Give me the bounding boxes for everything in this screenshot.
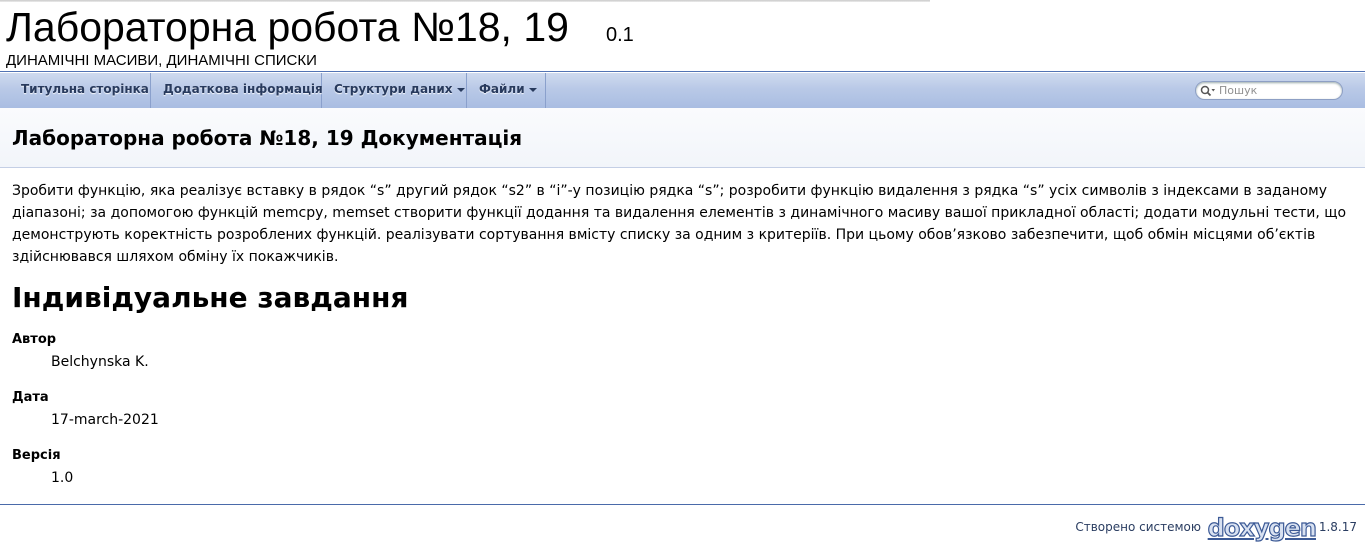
date-value: 17-march-2021 — [51, 412, 159, 428]
footer-generated-text: Створено системою — [1075, 520, 1201, 534]
chevron-down-icon — [528, 87, 537, 92]
version-label: Версія — [12, 448, 61, 463]
description-line: демонструють коректність розроблених фун… — [12, 227, 1316, 243]
nav-item-files[interactable]: Файли — [467, 73, 546, 108]
nav-item-label: Структури даних — [334, 82, 453, 96]
doxygen-logo[interactable]: doxygen — [1207, 513, 1318, 542]
project-name: Лабораторна робота №18, 19 — [6, 4, 569, 50]
description: Зробити функцію, яка реалізує вставку в … — [12, 180, 1357, 268]
project-number: 0.1 — [606, 24, 634, 46]
top-shadow — [0, 0, 930, 2]
nav-item-label: Додаткова інформація — [163, 82, 323, 96]
search-icon — [1200, 85, 1215, 97]
nav-item-main-page[interactable]: Титульна сторінка — [0, 73, 151, 108]
nav-item-label: Титульна сторінка — [21, 82, 149, 96]
search-placeholder: Пошук — [1219, 84, 1258, 97]
author-value: Belchynska K. — [51, 354, 149, 370]
description-line: Зробити функцію, яка реалізує вставку в … — [12, 183, 1327, 199]
page-title: Лабораторна робота №18, 19 Документація — [12, 126, 523, 150]
section-heading: Індивідуальне завдання — [12, 281, 409, 314]
author-label: Автор — [12, 332, 57, 347]
doxygen-version: 1.8.17 — [1318, 520, 1357, 534]
title-area: Лабораторна робота №18, 19 0.1 ДИНАМІЧНІ… — [0, 0, 1365, 72]
footer: Створено системою doxygen 1.8.17 — [1057, 513, 1357, 542]
nav-item-related-pages[interactable]: Додаткова інформація — [151, 73, 323, 108]
search-input[interactable]: Пошук — [1195, 81, 1343, 100]
description-line: діапазоні; за допомогою функцій memcpy, … — [12, 205, 1347, 221]
version-value: 1.0 — [51, 470, 74, 486]
page-header: Лабораторна робота №18, 19 Документація — [0, 108, 1365, 168]
date-label: Дата — [12, 390, 49, 405]
footer-divider — [0, 504, 1365, 505]
nav-item-data-structures[interactable]: Структури даних — [322, 73, 467, 108]
nav-item-label: Файли — [479, 82, 525, 96]
description-line: здійснювався шляхом обміну їх покажчиків… — [12, 249, 339, 265]
chevron-down-icon — [456, 87, 465, 92]
navbar: Титульна сторінка Додаткова інформація С… — [0, 73, 1365, 108]
project-brief: ДИНАМІЧНІ МАСИВИ, ДИНАМІЧНІ СПИСКИ — [6, 52, 317, 69]
